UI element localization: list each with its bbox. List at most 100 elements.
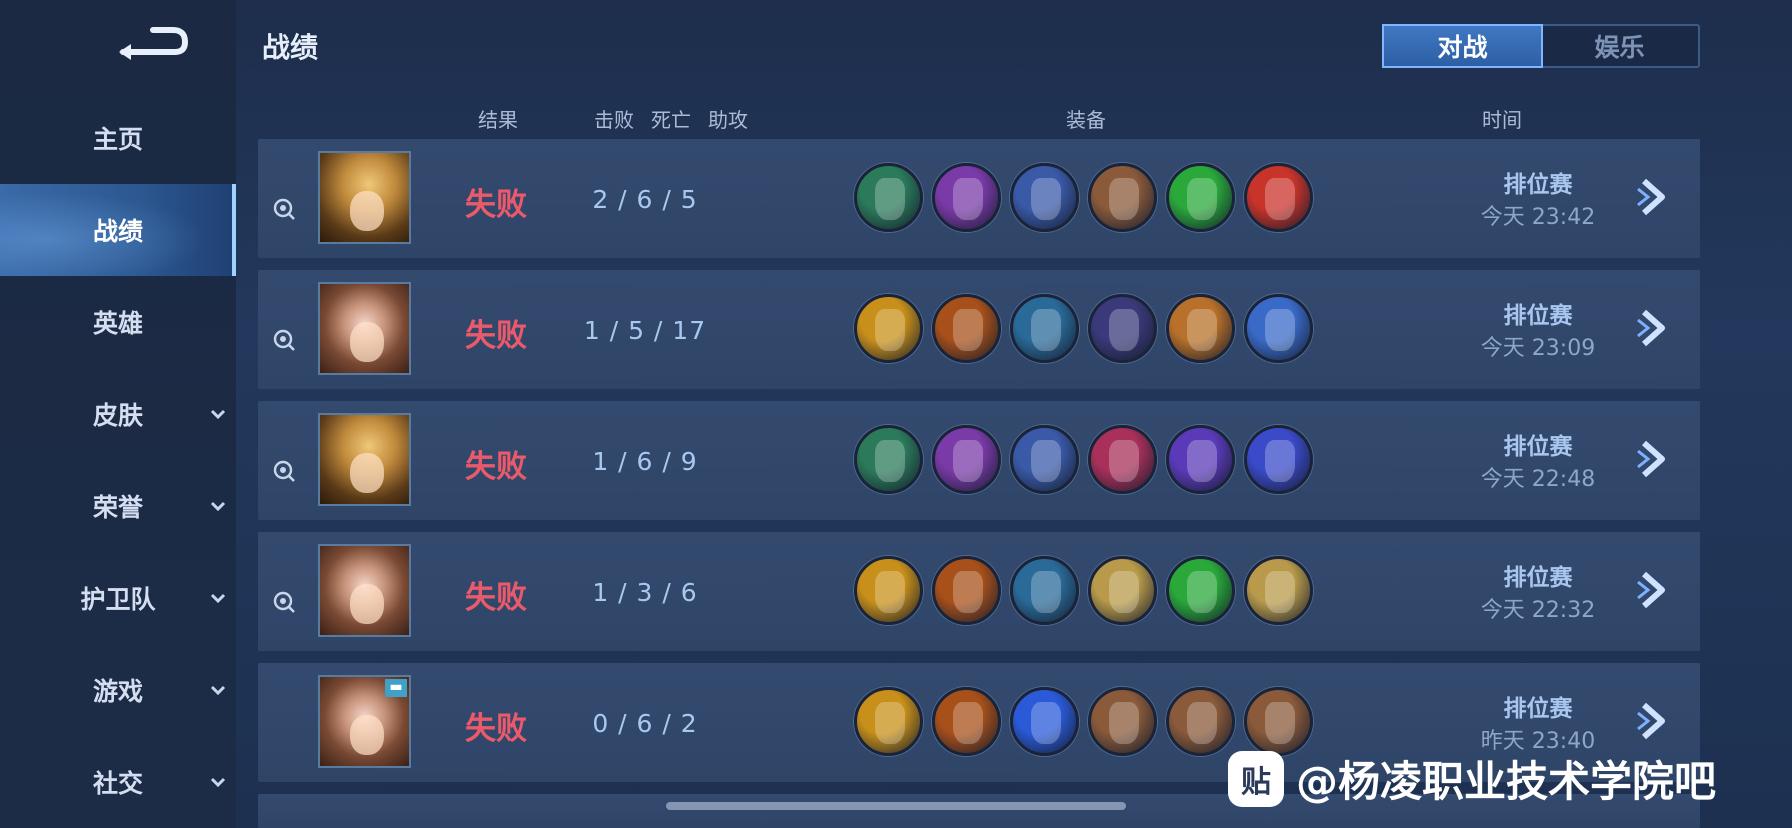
tab-entertainment[interactable]: 娱乐: [1541, 26, 1698, 66]
equipment-icon[interactable]: [932, 687, 1001, 756]
equipment-icon[interactable]: [1166, 425, 1235, 494]
party-badge-icon: ▬: [385, 679, 407, 697]
equipment-icon[interactable]: [1088, 556, 1157, 625]
match-result: 失败: [465, 711, 527, 747]
sidebar-item-label: 护卫队: [80, 585, 156, 614]
tab-battle[interactable]: 对战: [1382, 24, 1543, 68]
sidebar-item-label: 社交: [92, 769, 143, 798]
equipment-icon[interactable]: [1166, 556, 1235, 625]
chevron-right-icon[interactable]: [1632, 437, 1672, 481]
sidebar-item-label: 荣誉: [92, 493, 143, 522]
match-row[interactable]: 失败 2 / 6 / 5 排位赛 今天 23:42: [258, 139, 1700, 258]
chevron-down-icon: [210, 409, 226, 420]
equipment-icon[interactable]: [1166, 294, 1235, 363]
hero-portrait: [318, 151, 411, 244]
equipment-icon[interactable]: [1244, 556, 1313, 625]
sidebar-item-label: 游戏: [92, 677, 143, 706]
hero-portrait: [318, 544, 411, 637]
equipment-icon[interactable]: [1010, 556, 1079, 625]
sidebar-item-3[interactable]: 皮肤: [0, 368, 236, 460]
sidebar-item-1[interactable]: 战绩: [0, 184, 236, 276]
equipment-icon[interactable]: [1010, 163, 1079, 232]
page-title: 战绩: [262, 31, 319, 64]
sidebar-item-4[interactable]: 荣誉: [0, 460, 236, 552]
equipment-icon[interactable]: [932, 163, 1001, 232]
equipment-list: [854, 163, 1313, 232]
equipment-list: [854, 687, 1313, 756]
match-result: 失败: [465, 449, 527, 485]
sidebar-item-label: 主页: [92, 125, 143, 154]
back-arrow-icon: [119, 27, 189, 60]
replay-icon[interactable]: [272, 328, 296, 352]
sidebar: 主页战绩英雄皮肤荣誉护卫队游戏社交: [0, 0, 236, 828]
match-row[interactable]: 失败 1 / 5 / 17 排位赛 今天 23:09: [258, 270, 1700, 389]
chevron-down-icon: [210, 593, 226, 604]
sidebar-item-7[interactable]: 社交: [0, 736, 236, 828]
equipment-list: [854, 556, 1313, 625]
column-time: 时间: [1482, 108, 1522, 132]
equipment-icon[interactable]: [854, 163, 923, 232]
chevron-right-icon[interactable]: [1632, 568, 1672, 612]
match-time: 今天 22:32: [1480, 598, 1596, 623]
equipment-icon[interactable]: [1166, 163, 1235, 232]
column-result: 结果: [478, 108, 518, 132]
hero-face: [350, 453, 384, 493]
equipment-icon[interactable]: [1088, 687, 1157, 756]
equipment-icon[interactable]: [932, 294, 1001, 363]
replay-icon[interactable]: [272, 459, 296, 483]
equipment-icon[interactable]: [1010, 425, 1079, 494]
match-type: 排位赛: [1503, 172, 1573, 198]
equipment-list: [854, 425, 1313, 494]
equipment-icon[interactable]: [1244, 425, 1313, 494]
equipment-list: [854, 294, 1313, 363]
equipment-icon[interactable]: [1010, 687, 1079, 756]
replay-icon[interactable]: [272, 197, 296, 221]
equipment-icon[interactable]: [1244, 163, 1313, 232]
hero-portrait: ▬: [318, 675, 411, 768]
equipment-icon[interactable]: [932, 556, 1001, 625]
match-kda: 1 / 6 / 9: [592, 447, 698, 476]
equipment-icon[interactable]: [854, 687, 923, 756]
scrollbar[interactable]: [666, 802, 1126, 810]
match-row[interactable]: 失败 1 / 6 / 9 排位赛 今天 22:48: [258, 401, 1700, 520]
match-kda: 1 / 3 / 6: [592, 578, 698, 607]
match-time: 今天 23:42: [1480, 205, 1596, 230]
match-type: 排位赛: [1503, 696, 1573, 722]
sidebar-item-5[interactable]: 护卫队: [0, 552, 236, 644]
hero-face: [350, 322, 384, 362]
equipment-icon[interactable]: [1166, 687, 1235, 756]
equipment-icon[interactable]: [932, 425, 1001, 494]
equipment-icon[interactable]: [1244, 687, 1313, 756]
hero-portrait: [318, 413, 411, 506]
column-assists: 助攻: [708, 108, 748, 132]
sidebar-item-2[interactable]: 英雄: [0, 276, 236, 368]
equipment-icon[interactable]: [854, 425, 923, 494]
watermark: 贴 @杨凌职业技术学院吧: [1228, 748, 1716, 809]
equipment-icon[interactable]: [1244, 294, 1313, 363]
match-row[interactable]: 失败 1 / 3 / 6 排位赛今天 22:32: [258, 532, 1700, 651]
chevron-right-icon[interactable]: [1632, 306, 1672, 350]
equipment-icon[interactable]: [1088, 163, 1157, 232]
sidebar-item-6[interactable]: 游戏: [0, 644, 236, 736]
equipment-icon[interactable]: [1088, 425, 1157, 494]
match-result: 失败: [465, 187, 527, 223]
match-type: 排位赛: [1503, 434, 1573, 460]
chevron-down-icon: [210, 501, 226, 512]
equipment-icon[interactable]: [854, 556, 923, 625]
sidebar-item-0[interactable]: 主页: [0, 92, 236, 184]
equipment-icon[interactable]: [1088, 294, 1157, 363]
equipment-icon[interactable]: [854, 294, 923, 363]
chevron-right-icon[interactable]: [1632, 699, 1672, 743]
back-button[interactable]: [112, 20, 190, 64]
chevron-right-icon[interactable]: [1632, 175, 1672, 219]
match-type: 排位赛: [1503, 565, 1573, 591]
tieba-logo-icon: 贴: [1228, 750, 1284, 807]
match-kda: 0 / 6 / 2: [592, 709, 698, 738]
sidebar-item-label: 英雄: [92, 309, 143, 338]
equipment-icon[interactable]: [1010, 294, 1079, 363]
replay-icon[interactable]: [272, 590, 296, 614]
chevron-down-icon: [210, 685, 226, 696]
hero-face: [350, 584, 384, 624]
match-result: 失败: [465, 580, 527, 616]
sidebar-item-label: 战绩: [92, 217, 143, 246]
